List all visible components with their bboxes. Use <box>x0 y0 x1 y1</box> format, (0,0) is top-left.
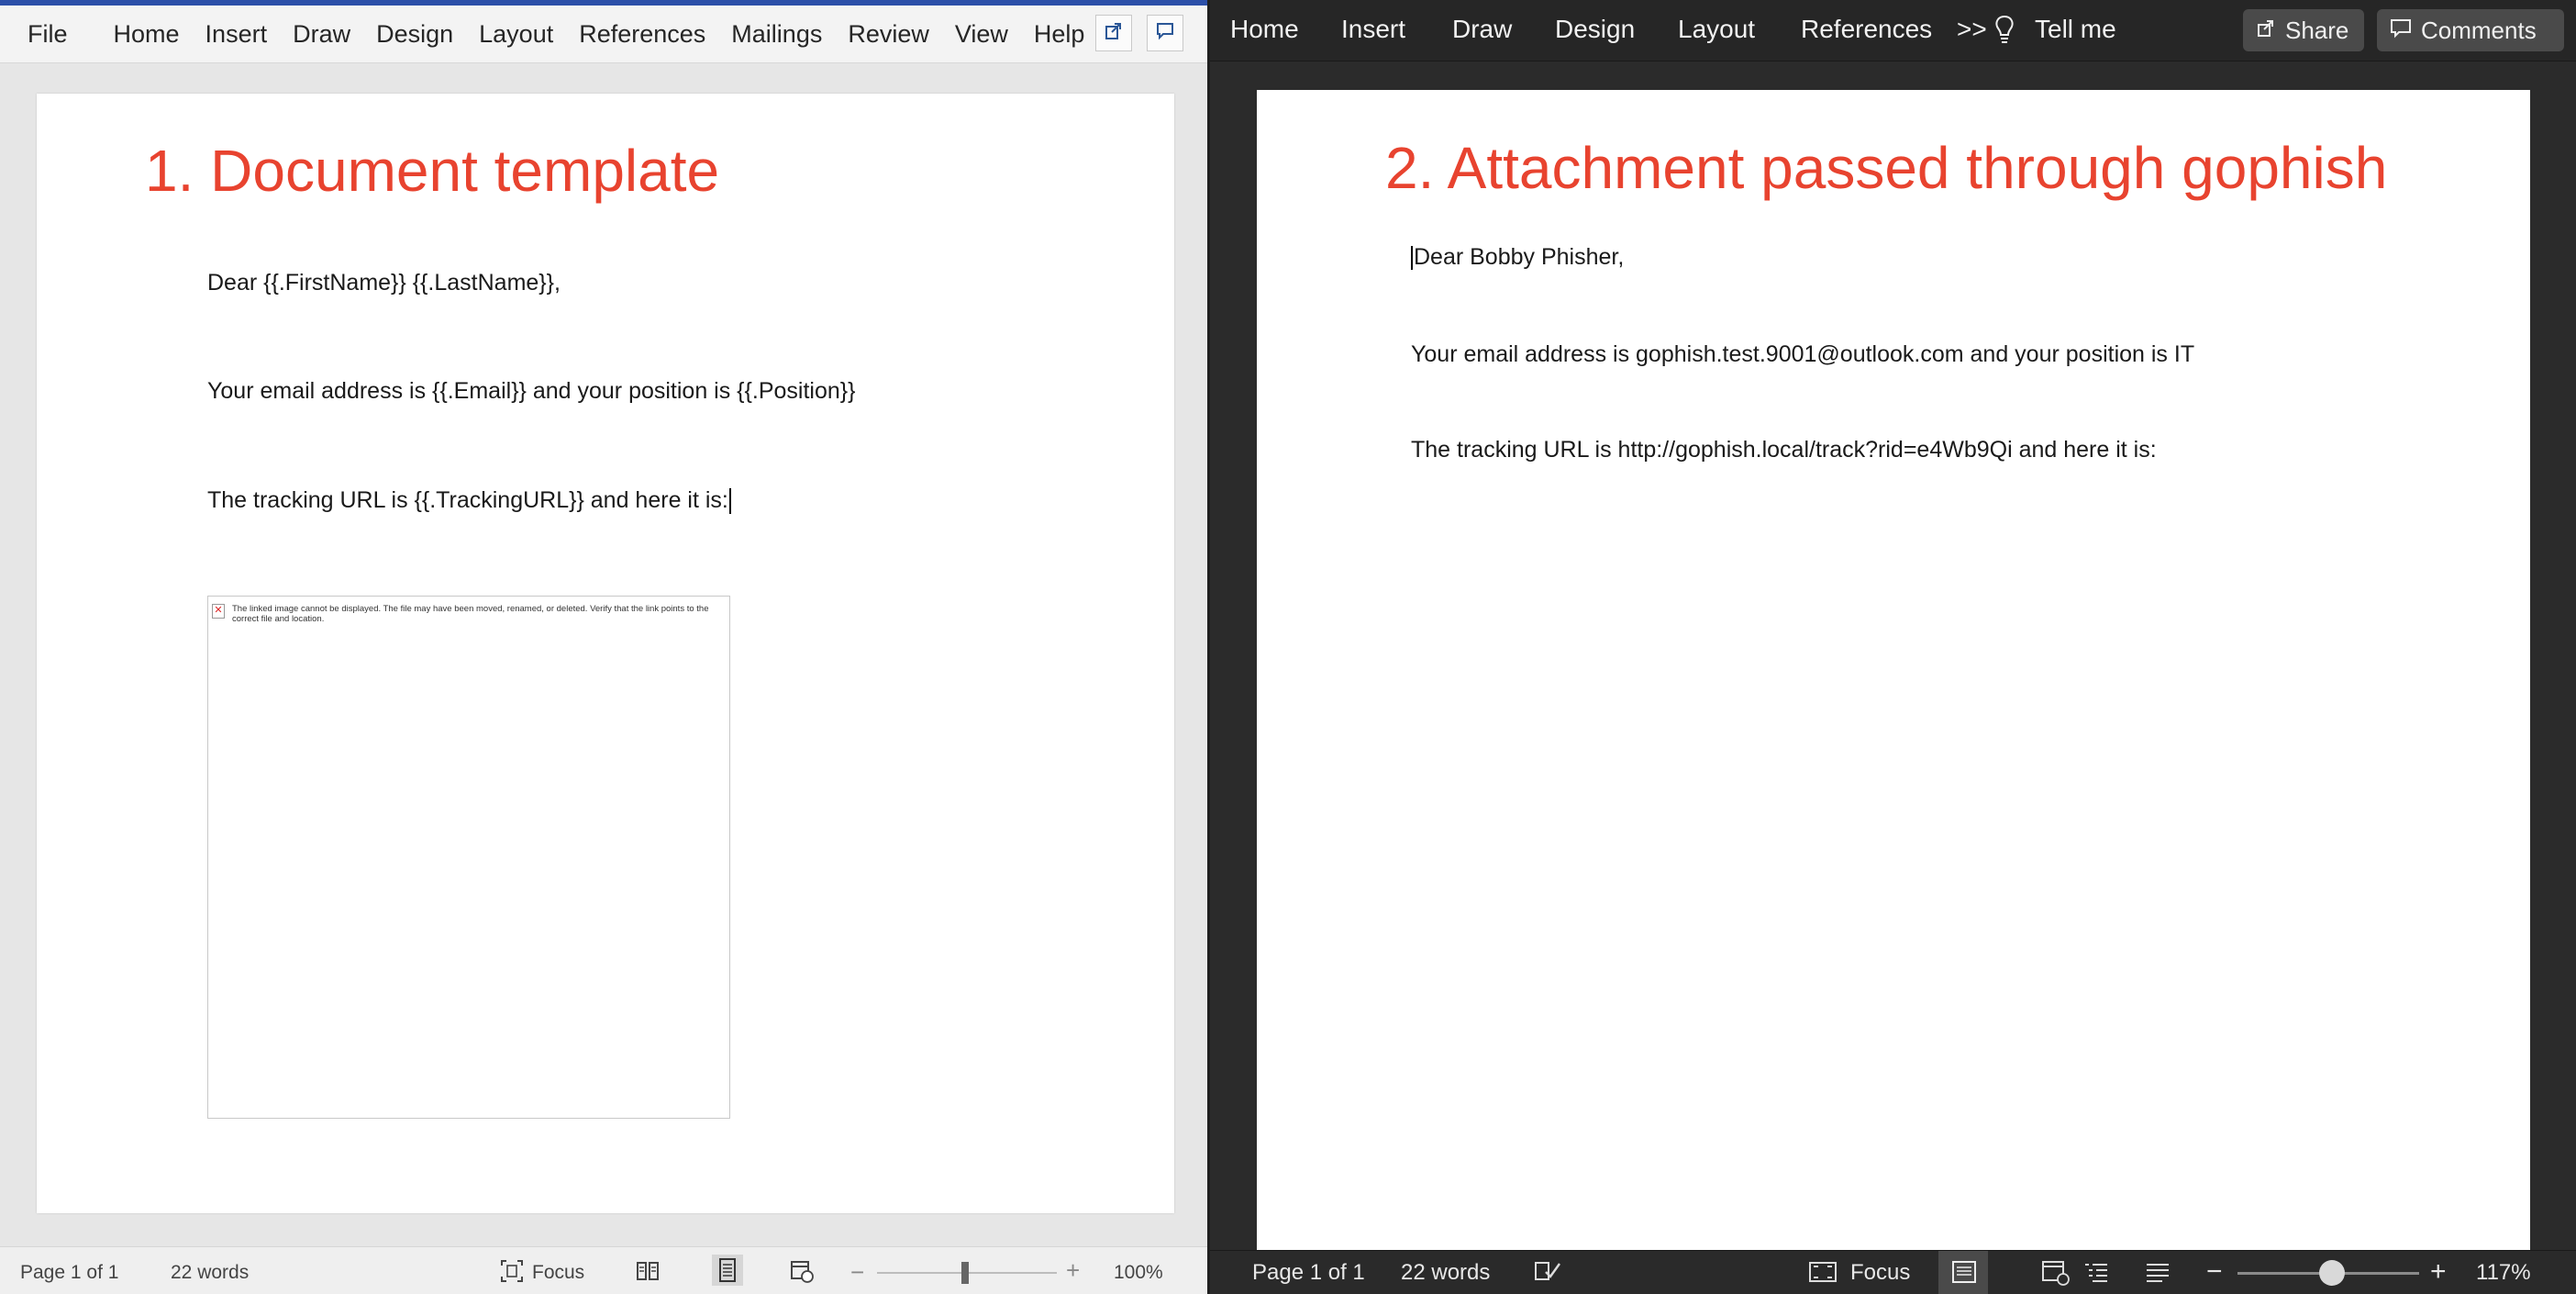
text-cursor <box>1411 246 1413 271</box>
zoom-level[interactable]: 100% <box>1114 1262 1163 1284</box>
comment-icon <box>2390 17 2412 45</box>
tab-file[interactable]: File <box>0 20 101 49</box>
share-button[interactable]: Share <box>2243 9 2364 51</box>
email-line: Your email address is gophish.test.9001@… <box>1411 341 2195 367</box>
focus-label[interactable]: Focus <box>1850 1260 1910 1286</box>
tab-insert[interactable]: Insert <box>1341 15 1405 44</box>
web-layout-icon[interactable] <box>2041 1259 2071 1291</box>
tab-references[interactable]: References <box>566 20 718 49</box>
document-heading: 1. Document template <box>145 138 720 204</box>
share-icon <box>2256 17 2276 45</box>
focus-label[interactable]: Focus <box>532 1262 584 1284</box>
document-page[interactable]: 2. Attachment passed through gophish Dea… <box>1257 90 2530 1254</box>
comments-button[interactable]: Comments <box>2377 9 2564 51</box>
zoom-out-button[interactable]: − <box>2206 1256 2223 1288</box>
web-layout-icon[interactable] <box>789 1258 815 1288</box>
status-bar: Page 1 of 1 22 words Focus − + 100% <box>0 1246 1207 1294</box>
tab-help[interactable]: Help <box>1021 20 1098 49</box>
zoom-slider-thumb[interactable] <box>2319 1260 2345 1286</box>
email-line: Your email address is {{.Email}} and you… <box>207 378 856 404</box>
zoom-out-button[interactable]: − <box>850 1258 864 1287</box>
page-count[interactable]: Page 1 of 1 <box>20 1262 118 1284</box>
print-layout-icon[interactable] <box>712 1255 743 1290</box>
ribbon-tabs: Home Insert Draw Design Layout Reference… <box>1210 0 2576 61</box>
word-count[interactable]: 22 words <box>171 1262 249 1284</box>
tab-review[interactable]: Review <box>835 20 942 49</box>
salutation-line: Dear {{.FirstName}} {{.LastName}}, <box>207 270 561 296</box>
lightbulb-icon <box>1993 15 2015 49</box>
share-icon <box>1104 21 1124 46</box>
document-heading: 2. Attachment passed through gophish <box>1385 135 2388 201</box>
read-mode-icon[interactable] <box>635 1258 661 1288</box>
broken-image-message: The linked image cannot be displayed. Th… <box>232 604 709 624</box>
tab-home[interactable]: Home <box>1230 15 1299 44</box>
zoom-slider-thumb[interactable] <box>961 1262 969 1284</box>
broken-image-placeholder[interactable]: ✕ The linked image cannot be displayed. … <box>207 596 730 1119</box>
focus-icon[interactable] <box>1808 1259 1838 1289</box>
zoom-in-button[interactable]: + <box>2430 1256 2447 1288</box>
right-word-window: Home Insert Draw Design Layout Reference… <box>1210 0 2576 1294</box>
tab-draw[interactable]: Draw <box>1452 15 1512 44</box>
salutation-line-container: Dear Bobby Phisher, <box>1411 244 1624 271</box>
tab-home[interactable]: Home <box>101 20 193 49</box>
tab-design[interactable]: Design <box>363 20 466 49</box>
comment-icon <box>1155 21 1175 46</box>
focus-icon[interactable] <box>499 1258 525 1288</box>
document-page[interactable]: 1. Document template Dear {{.FirstName}}… <box>37 94 1174 1213</box>
tab-draw[interactable]: Draw <box>280 20 363 49</box>
tracking-line: The tracking URL is {{.TrackingURL}} and… <box>207 487 728 513</box>
salutation-line: Dear Bobby Phisher, <box>1414 244 1625 270</box>
zoom-in-button[interactable]: + <box>1066 1256 1080 1285</box>
comments-button[interactable] <box>1147 15 1183 51</box>
page-count[interactable]: Page 1 of 1 <box>1252 1260 1365 1286</box>
text-cursor <box>728 488 731 515</box>
print-layout-icon[interactable] <box>1951 1259 1977 1289</box>
ribbon-overflow-button[interactable]: >> <box>1957 15 1987 44</box>
tracking-line: The tracking URL is http://gophish.local… <box>1411 437 2157 463</box>
tab-insert[interactable]: Insert <box>193 20 281 49</box>
tab-mailings[interactable]: Mailings <box>718 20 835 49</box>
status-bar: Page 1 of 1 22 words Focus − + 117% <box>1210 1250 2576 1294</box>
comments-label: Comments <box>2421 16 2537 44</box>
share-label: Share <box>2285 16 2349 44</box>
tell-me-search[interactable]: Tell me <box>2035 15 2116 44</box>
left-word-window: File Home Insert Draw Design Layout Refe… <box>0 0 1207 1294</box>
outline-view-icon[interactable] <box>2082 1259 2109 1289</box>
broken-image-icon: ✕ <box>212 604 225 619</box>
draft-view-icon[interactable] <box>2144 1259 2171 1289</box>
ribbon-tabs: File Home Insert Draw Design Layout Refe… <box>0 6 1207 63</box>
tab-layout[interactable]: Layout <box>466 20 566 49</box>
zoom-level[interactable]: 117% <box>2476 1260 2531 1286</box>
word-count[interactable]: 22 words <box>1401 1260 1490 1286</box>
share-button[interactable] <box>1095 15 1132 51</box>
proofing-icon[interactable] <box>1533 1259 1562 1289</box>
tab-layout[interactable]: Layout <box>1678 15 1755 44</box>
tracking-line-container: The tracking URL is {{.TrackingURL}} and… <box>207 487 731 515</box>
tab-design[interactable]: Design <box>1555 15 1635 44</box>
tab-view[interactable]: View <box>942 20 1021 49</box>
tab-references[interactable]: References <box>1801 15 1932 44</box>
